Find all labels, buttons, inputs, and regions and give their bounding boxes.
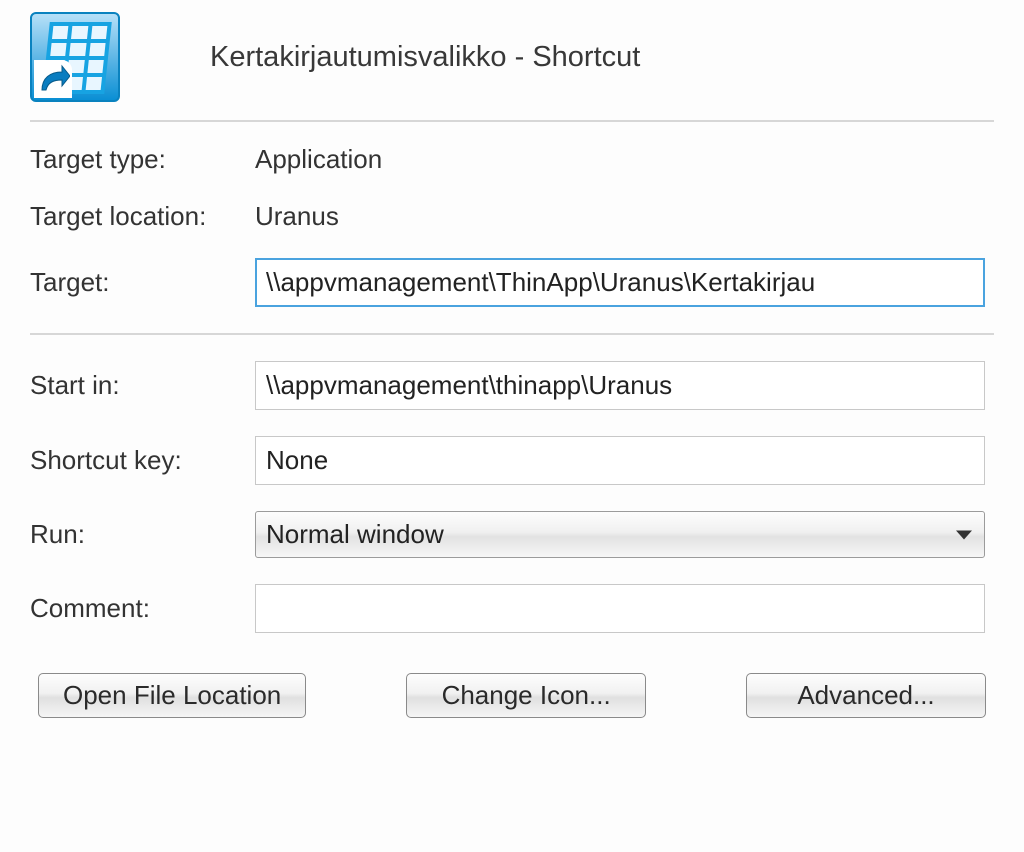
shortcut-key-input[interactable] (255, 436, 985, 485)
shortcut-arrow-icon (34, 60, 72, 98)
target-location-row: Target location: Uranus (30, 201, 994, 232)
target-row: Target: (30, 258, 994, 307)
start-in-input[interactable] (255, 361, 985, 410)
shortcut-key-label: Shortcut key: (30, 445, 255, 476)
header: Kertakirjautumisvalikko - Shortcut (30, 8, 994, 120)
button-row: Open File Location Change Icon... Advanc… (30, 673, 994, 718)
shortcut-app-icon (30, 12, 120, 102)
target-input[interactable] (255, 258, 985, 307)
separator (30, 333, 994, 335)
start-in-label: Start in: (30, 370, 255, 401)
shortcut-key-row: Shortcut key: (30, 436, 994, 485)
target-location-label: Target location: (30, 201, 255, 232)
target-type-row: Target type: Application (30, 144, 994, 175)
change-icon-button[interactable]: Change Icon... (406, 673, 646, 718)
comment-row: Comment: (30, 584, 994, 633)
run-select-value: Normal window (266, 519, 444, 549)
shortcut-title: Kertakirjautumisvalikko - Shortcut (210, 41, 640, 74)
target-type-value: Application (255, 144, 382, 175)
target-type-label: Target type: (30, 144, 255, 175)
open-file-location-button[interactable]: Open File Location (38, 673, 306, 718)
run-row: Run: Normal window (30, 511, 994, 558)
run-select[interactable]: Normal window (255, 511, 985, 558)
comment-label: Comment: (30, 593, 255, 624)
run-label: Run: (30, 519, 255, 550)
shortcut-properties-panel: Kertakirjautumisvalikko - Shortcut Targe… (0, 0, 1024, 738)
target-location-value: Uranus (255, 201, 339, 232)
separator (30, 120, 994, 122)
advanced-button[interactable]: Advanced... (746, 673, 986, 718)
target-label: Target: (30, 267, 255, 298)
start-in-row: Start in: (30, 361, 994, 410)
comment-input[interactable] (255, 584, 985, 633)
chevron-down-icon (956, 530, 972, 539)
